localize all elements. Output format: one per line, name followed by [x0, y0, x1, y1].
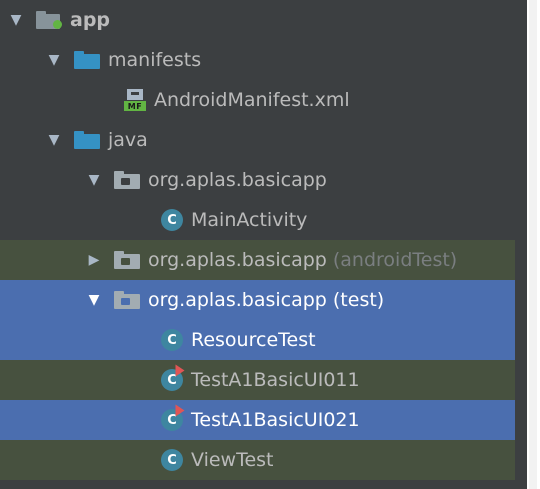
tree-row-label: org.aplas.basicapp (test)	[148, 289, 385, 311]
tree-row-manifests[interactable]: ▼ manifests	[0, 40, 515, 80]
package-icon	[114, 171, 140, 189]
scrollbar-thumb[interactable]	[529, 0, 537, 489]
tree-row-view-test[interactable]: C ViewTest	[0, 440, 515, 480]
package-icon	[114, 291, 140, 309]
source-set-suffix: (androidTest)	[332, 249, 458, 271]
tree-row-test-a1-basic-ui021[interactable]: C TestA1BasicUI021	[0, 400, 515, 440]
tree-row-package-android-test[interactable]: ▶ org.aplas.basicapp (androidTest)	[0, 240, 515, 280]
project-tree-panel: ▼ app ▼ manifests MF AndroidManifest.xml…	[0, 0, 527, 489]
tree-row-label: ViewTest	[191, 449, 274, 471]
expand-arrow-icon[interactable]: ▼	[86, 172, 102, 188]
folder-icon	[74, 51, 100, 69]
tree-row-label: app	[70, 9, 111, 31]
test-class-icon: C	[161, 364, 185, 391]
manifest-file-icon: MF	[124, 89, 146, 111]
tree-row-label: org.aplas.basicapp	[148, 169, 327, 191]
manifest-badge: MF	[124, 101, 146, 111]
class-icon: C	[161, 449, 183, 471]
module-folder-icon	[36, 11, 62, 29]
tree-row-android-manifest[interactable]: MF AndroidManifest.xml	[0, 80, 515, 120]
expand-arrow-icon[interactable]: ▼	[8, 12, 24, 28]
tree-row-resource-test[interactable]: C ResourceTest	[0, 320, 515, 360]
class-icon: C	[161, 329, 183, 351]
tree-row-label: manifests	[108, 49, 202, 71]
test-class-icon: C	[161, 404, 185, 431]
tree-row-label: TestA1BasicUI011	[191, 369, 360, 391]
tree-row-test-a1-basic-ui011[interactable]: C TestA1BasicUI011	[0, 360, 515, 400]
tree-row-java[interactable]: ▼ java	[0, 120, 515, 160]
tree-row-label: TestA1BasicUI021	[191, 409, 360, 431]
tree-row-package-test[interactable]: ▼ org.aplas.basicapp (test)	[0, 280, 515, 320]
collapse-arrow-icon[interactable]: ▶	[86, 252, 102, 268]
package-icon	[114, 251, 140, 269]
expand-arrow-icon[interactable]: ▼	[86, 292, 102, 308]
tree-row-label: java	[108, 129, 148, 151]
tree-row-label: ResourceTest	[191, 329, 316, 351]
tree-row-label: AndroidManifest.xml	[154, 89, 350, 111]
expand-arrow-icon[interactable]: ▼	[46, 52, 62, 68]
tree-row-label: org.aplas.basicapp	[148, 249, 327, 271]
tree-row-package-main[interactable]: ▼ org.aplas.basicapp	[0, 160, 515, 200]
tree-row-main-activity[interactable]: C MainActivity	[0, 200, 515, 240]
tree-row-app[interactable]: ▼ app	[0, 0, 515, 40]
expand-arrow-icon[interactable]: ▼	[46, 132, 62, 148]
class-icon: C	[161, 209, 183, 231]
tree-row-label: MainActivity	[191, 209, 308, 231]
folder-icon	[74, 131, 100, 149]
